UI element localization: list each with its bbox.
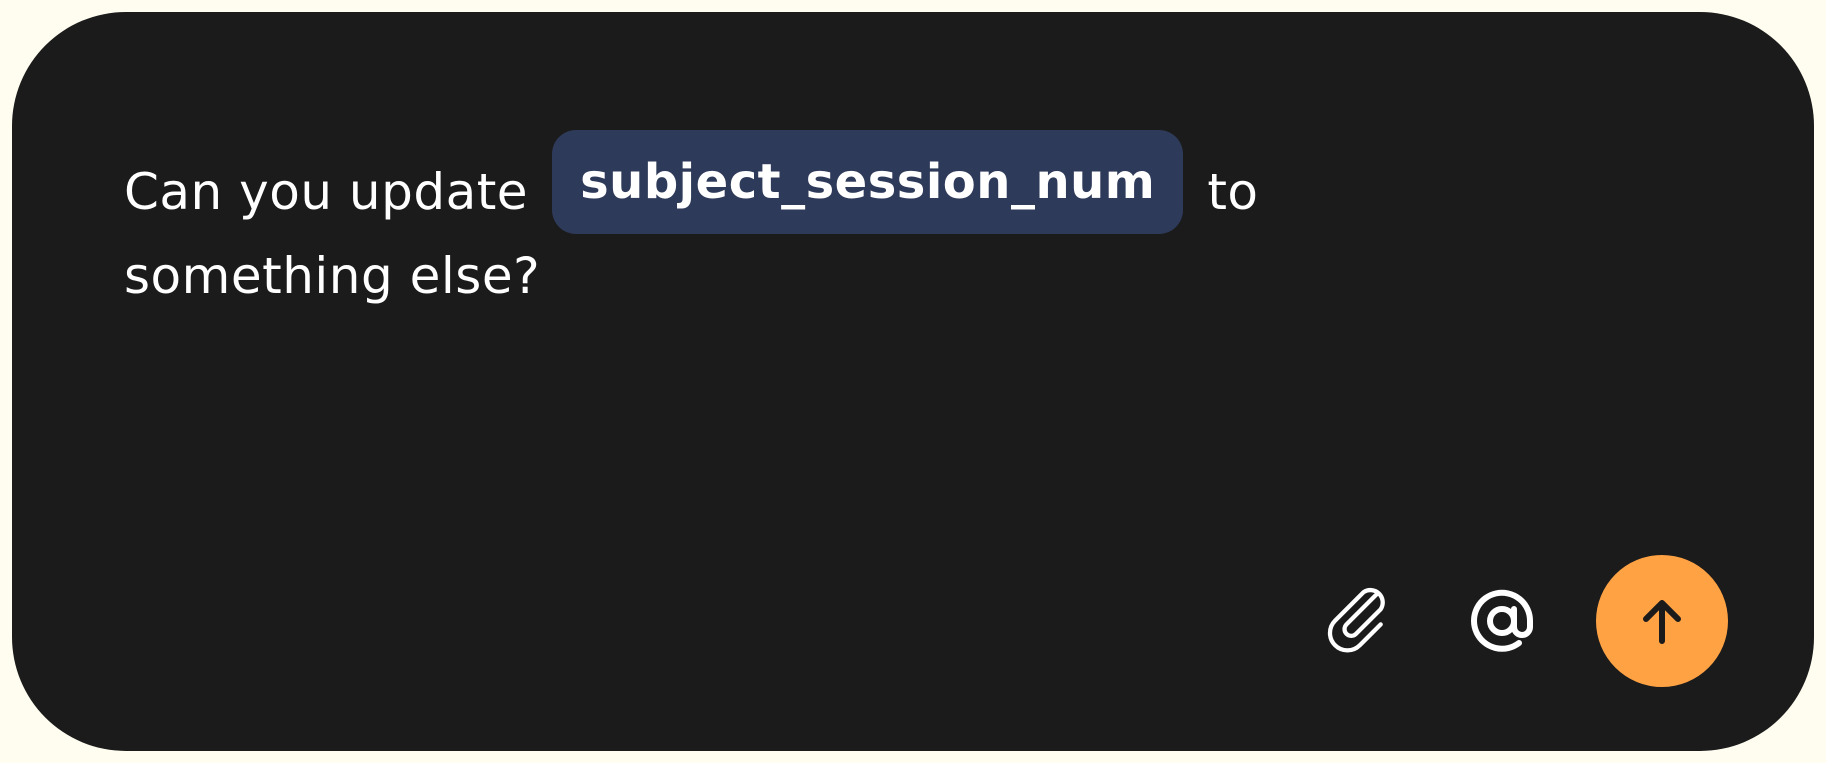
message-line-1: Can you update subject_session_num to: [124, 130, 1424, 236]
variable-chip[interactable]: subject_session_num: [552, 130, 1184, 234]
composer-actions: [1314, 555, 1728, 687]
send-button[interactable]: [1596, 555, 1728, 687]
attach-button[interactable]: [1314, 573, 1410, 669]
message-input[interactable]: Can you update subject_session_num to some…: [124, 130, 1424, 316]
paperclip-icon: [1327, 588, 1385, 653]
mention-button[interactable]: [1454, 573, 1550, 669]
at-sign-icon: [1471, 589, 1534, 652]
arrow-up-icon: [1643, 600, 1681, 644]
message-text-after: to: [1207, 163, 1259, 221]
chat-composer[interactable]: Can you update subject_session_num to some…: [12, 12, 1814, 751]
message-text-before: Can you update: [124, 163, 529, 221]
